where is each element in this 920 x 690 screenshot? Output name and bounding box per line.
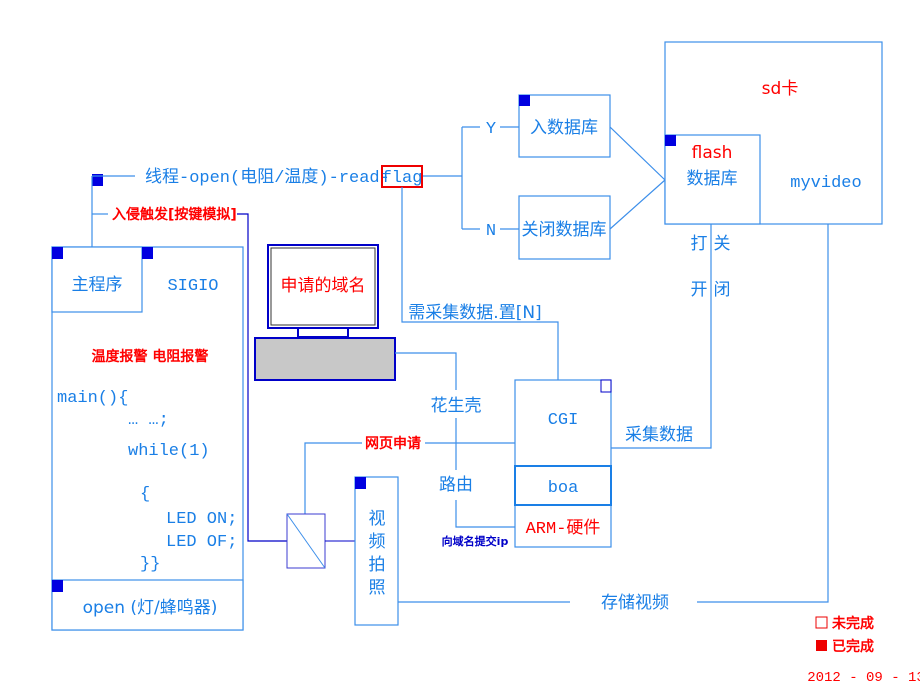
- code-line: {: [140, 485, 150, 504]
- db-to-flash-lines: [609, 126, 666, 230]
- video-char: 照: [369, 578, 386, 598]
- incomplete-marker-icon: [600, 379, 612, 393]
- video-char: 视: [369, 509, 386, 529]
- database-label: 数据库: [687, 169, 738, 189]
- complete-marker-icon: [52, 247, 63, 259]
- system-diagram: sd卡 flash 数据库 myvideo 入数据库 关闭数据库 Y N 线程-…: [51, 41, 920, 686]
- yes-label: Y: [486, 120, 496, 139]
- need-collect-label: 需采集数据.置[N]: [408, 303, 541, 323]
- complete-marker-icon: [519, 95, 530, 106]
- legend-complete-label: 已完成: [832, 638, 874, 655]
- code-line: while(1): [128, 442, 210, 461]
- video-char: 频: [369, 532, 386, 552]
- intrusion-label: 入侵触发[按键模拟]: [112, 206, 237, 223]
- diagram: sd卡 flash 数据库 myvideo 入数据库 关闭数据库 Y N 线程-…: [0, 0, 920, 690]
- collect-line: [611, 224, 712, 449]
- code-line: }}: [140, 555, 160, 574]
- router-label: 路由: [439, 475, 473, 495]
- video-char: 拍: [369, 555, 386, 575]
- db-close-label: 关闭数据库: [522, 220, 607, 240]
- boa-label: boa: [548, 479, 579, 498]
- open-close-char: 关: [714, 234, 731, 254]
- collect-label: 采集数据: [625, 425, 693, 445]
- monitor-base: [254, 337, 396, 381]
- store-video-label: 存储视频: [601, 593, 669, 613]
- main-title: 主程序: [72, 275, 123, 295]
- open-close-char: 打: [691, 234, 708, 254]
- open-label: open (灯/蜂鸣器): [83, 598, 218, 618]
- monitor-neck: [297, 327, 349, 338]
- flash-label: flash: [692, 143, 733, 163]
- domain-label: 申请的域名: [281, 276, 366, 296]
- date-label: 2012 - 09 - 13: [807, 670, 920, 686]
- flag-branch-lines: [422, 126, 519, 230]
- code-line: main(){: [57, 389, 128, 408]
- complete-marker-icon: [142, 247, 153, 259]
- submit-ip-label: 向域名提交ip: [442, 534, 509, 548]
- open-close-char: 开: [691, 280, 708, 300]
- sd-card-label: sd卡: [762, 79, 799, 99]
- cgi-label: CGI: [548, 411, 579, 430]
- open-close-char: 闭: [714, 280, 731, 300]
- no-label: N: [486, 222, 496, 241]
- web-request-label: 网页申请: [365, 435, 421, 452]
- complete-marker-icon: [52, 580, 63, 592]
- legend-complete-icon: [816, 640, 827, 651]
- code-line: LED ON;: [166, 510, 237, 529]
- code-line: … …;: [128, 411, 169, 430]
- flag-label: flag: [382, 169, 423, 188]
- sigio-label: SIGIO: [167, 277, 218, 296]
- db-in-label: 入数据库: [530, 118, 598, 138]
- web-request-line: [304, 442, 515, 514]
- thread-label: 线程-open(电阻/温度)-read-: [145, 167, 390, 188]
- code-line: LED OF;: [166, 533, 237, 552]
- arm-label: ARM-硬件: [526, 518, 601, 539]
- complete-marker-icon: [355, 477, 366, 489]
- legend-incomplete-icon: [815, 616, 828, 629]
- myvideo-label: myvideo: [790, 174, 861, 193]
- complete-marker-icon: [665, 135, 676, 146]
- alarms-label: 温度报警 电阻报警: [92, 348, 209, 365]
- legend-incomplete-label: 未完成: [832, 615, 874, 632]
- peanut-shell-label: 花生壳: [431, 396, 482, 416]
